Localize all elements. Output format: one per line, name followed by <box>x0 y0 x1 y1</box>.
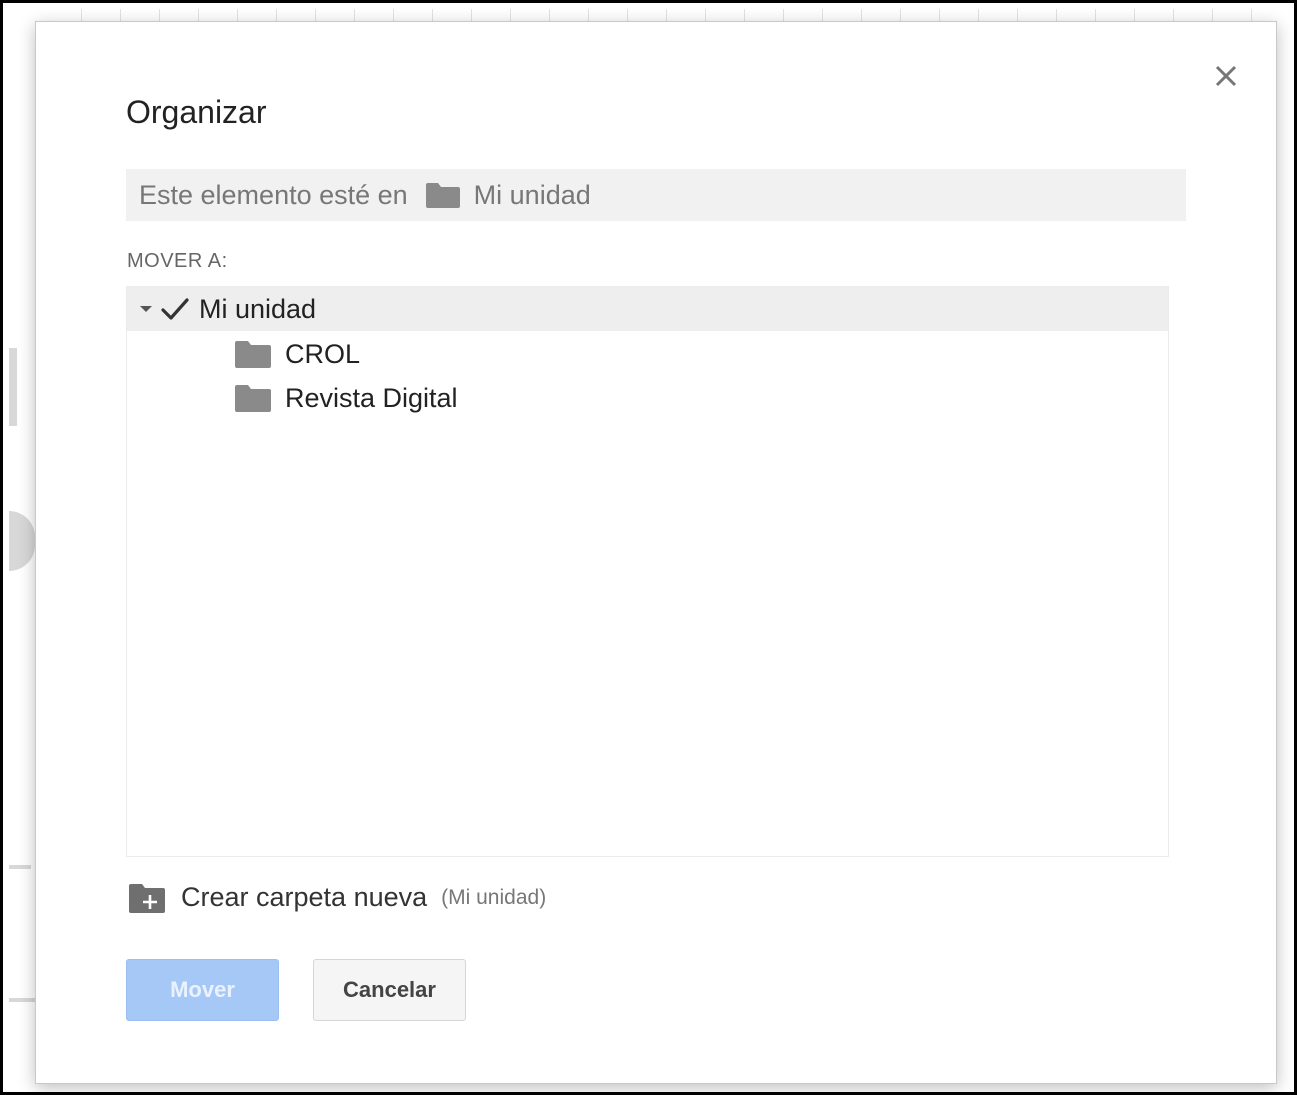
background-decoration <box>9 511 35 571</box>
tree-item-mi-unidad[interactable]: Mi unidad <box>127 287 1168 331</box>
create-folder-label: Crear carpeta nueva <box>181 882 428 912</box>
folder-tree: Mi unidad CROL Revista Digital <box>126 286 1169 857</box>
move-button[interactable]: Mover <box>126 959 279 1021</box>
tree-item-crol[interactable]: CROL <box>127 332 1168 376</box>
folder-icon <box>425 183 460 208</box>
tree-item-label: CROL <box>285 338 361 369</box>
organize-dialog: Organizar Este elemento esté en Mi unida… <box>35 21 1277 1084</box>
folder-icon <box>235 385 271 412</box>
cancel-button[interactable]: Cancelar <box>313 959 466 1021</box>
move-to-label: MOVER A: <box>127 250 228 272</box>
checkmark-icon <box>161 298 189 320</box>
background-decoration <box>9 348 17 426</box>
dialog-title: Organizar <box>126 94 267 130</box>
background-decoration <box>9 865 31 869</box>
tree-item-revista-digital[interactable]: Revista Digital <box>127 376 1168 420</box>
background-decoration <box>9 998 35 1002</box>
new-folder-icon <box>129 883 165 913</box>
current-location: Este elemento esté en Mi unidad <box>126 169 1186 221</box>
create-folder-button[interactable]: Crear carpeta nueva (Mi unidad) <box>129 882 546 913</box>
close-icon <box>1215 65 1237 87</box>
folder-icon <box>235 341 271 368</box>
caret-down-icon[interactable] <box>139 304 153 314</box>
tree-item-label: Mi unidad <box>199 293 317 324</box>
screenshot-frame: Organizar Este elemento esté en Mi unida… <box>0 0 1297 1095</box>
create-folder-hint: (Mi unidad) <box>441 885 547 909</box>
tree-item-label: Revista Digital <box>285 382 458 413</box>
location-prefix: Este elemento esté en <box>139 179 408 210</box>
location-folder-name: Mi unidad <box>473 179 591 210</box>
close-button[interactable] <box>1208 58 1244 94</box>
